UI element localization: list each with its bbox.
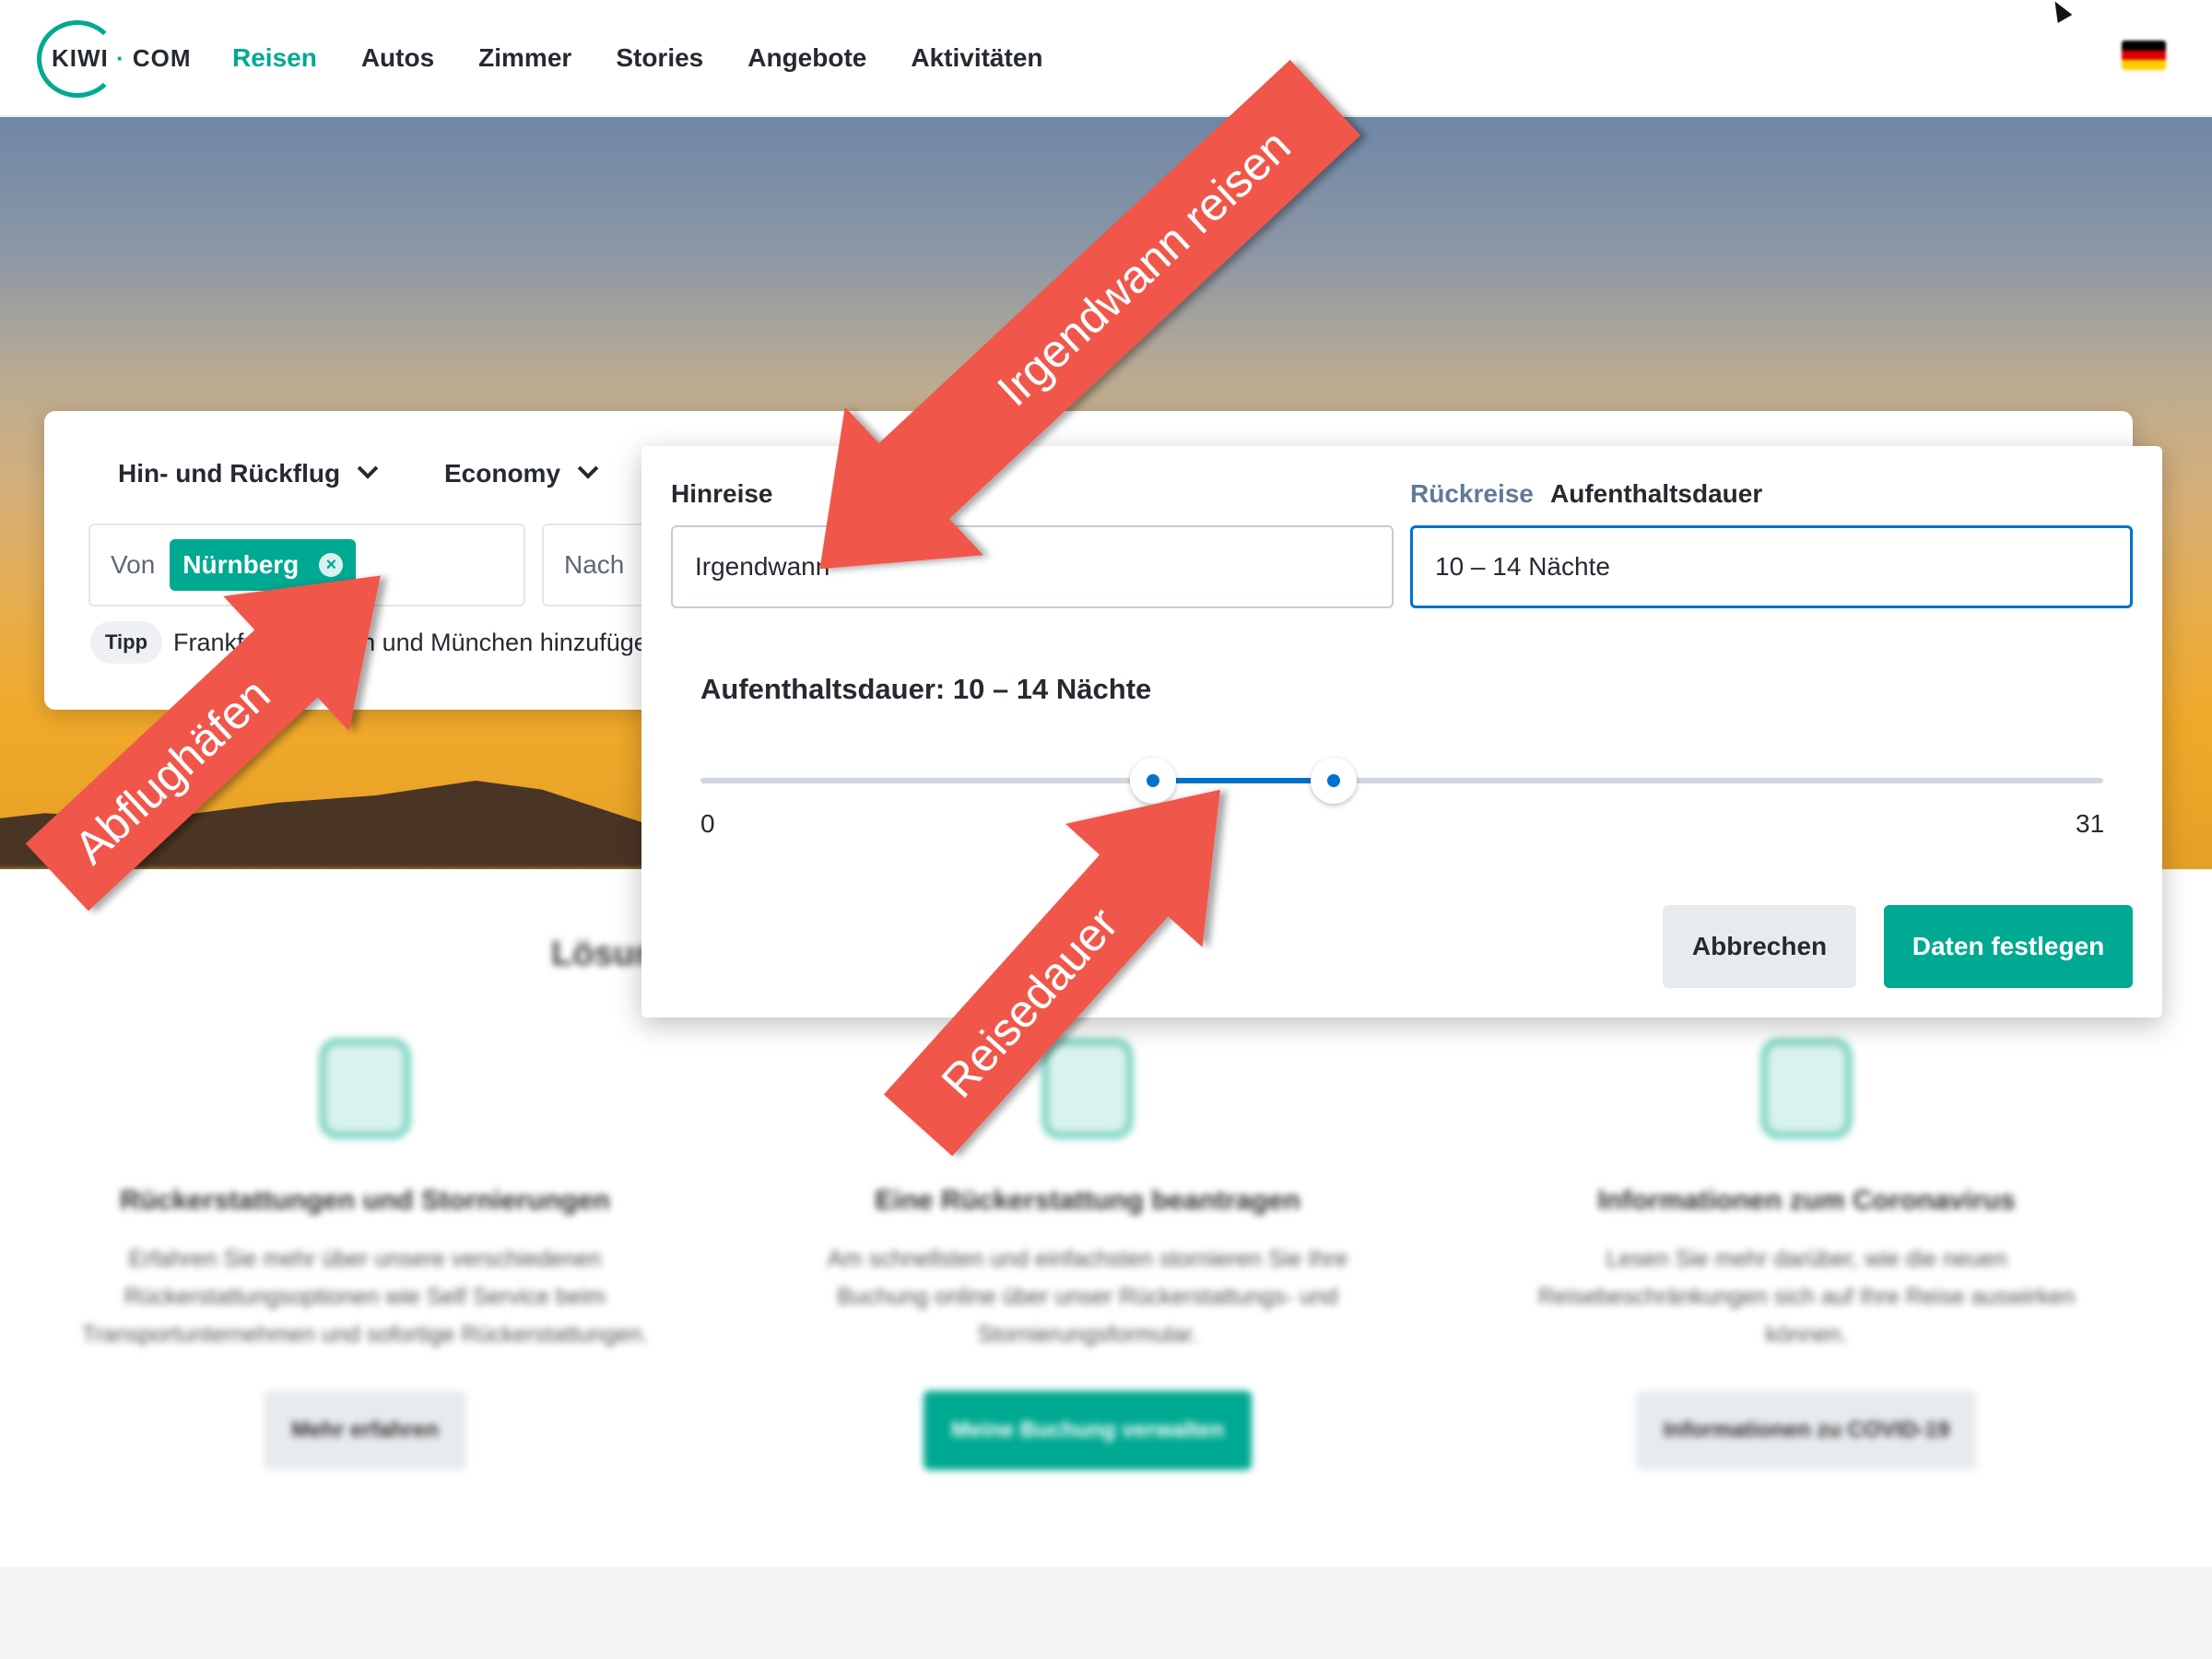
cabin-class-dropdown[interactable]: Economy — [444, 458, 599, 488]
logo-wordmark: KIWI · COM — [52, 44, 192, 73]
nav-item-stories[interactable]: Stories — [616, 43, 703, 73]
info-card-refunds: Rückerstattungen und Stornierungen Erfah… — [70, 1038, 660, 1470]
logo-text-right: COM — [132, 44, 192, 72]
chevron-down-icon — [577, 458, 599, 479]
footer-strip — [0, 1567, 2212, 1659]
info-card-text: Am schnellsten und einfachsten storniere… — [827, 1246, 1348, 1347]
nav-item-aktivitaeten[interactable]: Aktivitäten — [911, 43, 1042, 73]
german-flag-icon — [2122, 41, 2166, 70]
nav-item-reisen[interactable]: Reisen — [232, 43, 317, 73]
outbound-label: Hinreise — [671, 479, 773, 508]
nav-item-zimmer[interactable]: Zimmer — [478, 43, 571, 73]
slider-high-handle[interactable] — [1311, 758, 1358, 804]
remove-chip-icon[interactable]: × — [319, 553, 344, 577]
duration-range-slider[interactable] — [700, 758, 2103, 804]
logo-text-left: KIWI — [52, 44, 109, 72]
cancel-button[interactable]: Abbrechen — [1663, 905, 1856, 988]
top-navigation-bar: KIWI · COM Reisen Autos Zimmer Stories A… — [0, 0, 2212, 116]
nav-item-angebote[interactable]: Angebote — [747, 43, 866, 73]
info-card-text: Lesen Sie mehr darüber, wie die neuen Re… — [1537, 1246, 2076, 1347]
stay-duration-input[interactable]: 10 – 14 Nächte — [1410, 525, 2133, 608]
logo-dot: · — [116, 44, 125, 72]
destination-field-label: Nach — [564, 550, 625, 579]
language-selector[interactable] — [2122, 41, 2166, 70]
tip-text[interactable]: Frankfurt am Main und München hinzufügen — [173, 629, 662, 657]
mouse-pointer-icon — [2047, 0, 2073, 24]
info-card-title: Informationen zum Coronavirus — [1597, 1185, 2016, 1216]
refund-tag-icon — [1041, 1038, 1134, 1139]
date-picker-popup: Hinreise Rückreise Aufenthaltsdauer Irge… — [641, 446, 2162, 1018]
nav-item-autos[interactable]: Autos — [361, 43, 434, 73]
stay-duration-tab[interactable]: Aufenthaltsdauer — [1550, 479, 1762, 509]
outbound-date-value: Irgendwann — [695, 552, 830, 581]
trip-type-dropdown[interactable]: Hin- und Rückflug — [118, 458, 379, 488]
info-card-title: Rückerstattungen und Stornierungen — [120, 1185, 610, 1216]
covid-info-button[interactable]: Informationen zu COVID-19 — [1635, 1391, 1978, 1470]
cabin-class-label: Economy — [444, 459, 561, 488]
kiwi-logo[interactable]: KIWI · COM — [37, 20, 194, 98]
main-nav: Reisen Autos Zimmer Stories Angebote Akt… — [232, 0, 1043, 116]
tip-badge: Tipp — [90, 621, 163, 664]
airport-tip[interactable]: Tipp Frankfurt am Main und München hinzu… — [90, 621, 662, 664]
set-dates-button[interactable]: Daten festlegen — [1884, 905, 2133, 988]
slider-min-label: 0 — [700, 809, 715, 838]
return-tab[interactable]: Rückreise — [1410, 479, 1534, 509]
info-card-coronavirus: Informationen zum Coronavirus Lesen Sie … — [1512, 1038, 2101, 1470]
learn-more-button[interactable]: Mehr erfahren — [263, 1391, 467, 1470]
info-card-request-refund: Eine Rückerstattung beantragen Am schnel… — [793, 1038, 1382, 1470]
slider-selected-range — [1152, 778, 1335, 783]
shield-euro-icon — [319, 1038, 411, 1139]
outbound-date-input[interactable]: Irgendwann — [671, 525, 1394, 608]
slider-low-handle[interactable] — [1129, 758, 1176, 804]
info-card-title: Eine Rückerstattung beantragen — [875, 1185, 1300, 1216]
manage-booking-button[interactable]: Meine Buchung verwalten — [923, 1391, 1253, 1470]
origin-chip[interactable]: Nürnberg × — [170, 539, 357, 591]
stay-duration-value: 10 – 14 Nächte — [1435, 552, 1610, 581]
duration-title: Aufenthaltsdauer: 10 – 14 Nächte — [700, 673, 1152, 705]
origin-field[interactable]: Von Nürnberg × — [88, 524, 525, 606]
origin-field-label: Von — [111, 550, 156, 579]
slider-max-label: 31 — [2076, 809, 2105, 838]
trip-type-label: Hin- und Rückflug — [118, 459, 341, 488]
info-card-text: Erfahren Sie mehr über unsere verschiede… — [81, 1246, 649, 1347]
origin-chip-label: Nürnberg — [182, 550, 300, 579]
chevron-down-icon — [357, 458, 379, 479]
travel-restrictions-icon — [1760, 1038, 1853, 1139]
